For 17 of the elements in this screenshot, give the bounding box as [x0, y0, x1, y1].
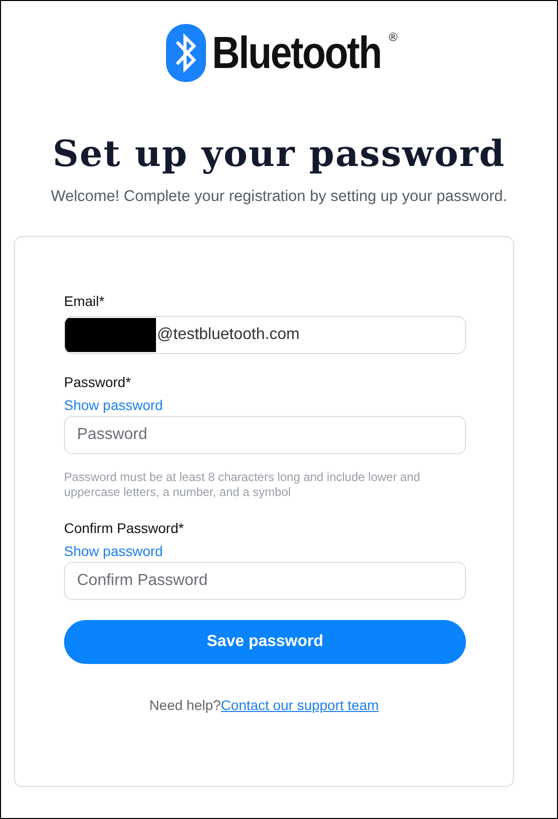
- field-label: Email*: [64, 293, 106, 309]
- password-field[interactable]: Confirm Password: [64, 562, 466, 600]
- field-label: Confirm Password*: [64, 520, 185, 536]
- registered-mark: ®: [388, 30, 398, 44]
- support-link[interactable]: Contact our support team: [220, 697, 379, 713]
- email-field[interactable]: @testbluetooth.com: [64, 316, 466, 354]
- password-field[interactable]: Password: [64, 416, 466, 454]
- help-text: Need help?: [149, 697, 221, 713]
- page-title: Set up your password: [52, 132, 506, 176]
- show-password-link[interactable]: Show password: [64, 543, 163, 559]
- show-password-link[interactable]: Show password: [64, 397, 163, 413]
- logo-wordmark: Bluetooth: [212, 27, 382, 79]
- bluetooth-icon: [166, 24, 206, 82]
- subtitle: Welcome! Complete your registration by setting up your password.: [50, 188, 508, 206]
- field-label: Password*: [64, 374, 132, 390]
- password-hint: Password must be at least 8 characters long and include lower and uppercase letters, a number, and a symbol: [64, 470, 422, 500]
- save-password-button[interactable]: Save password: [64, 620, 466, 664]
